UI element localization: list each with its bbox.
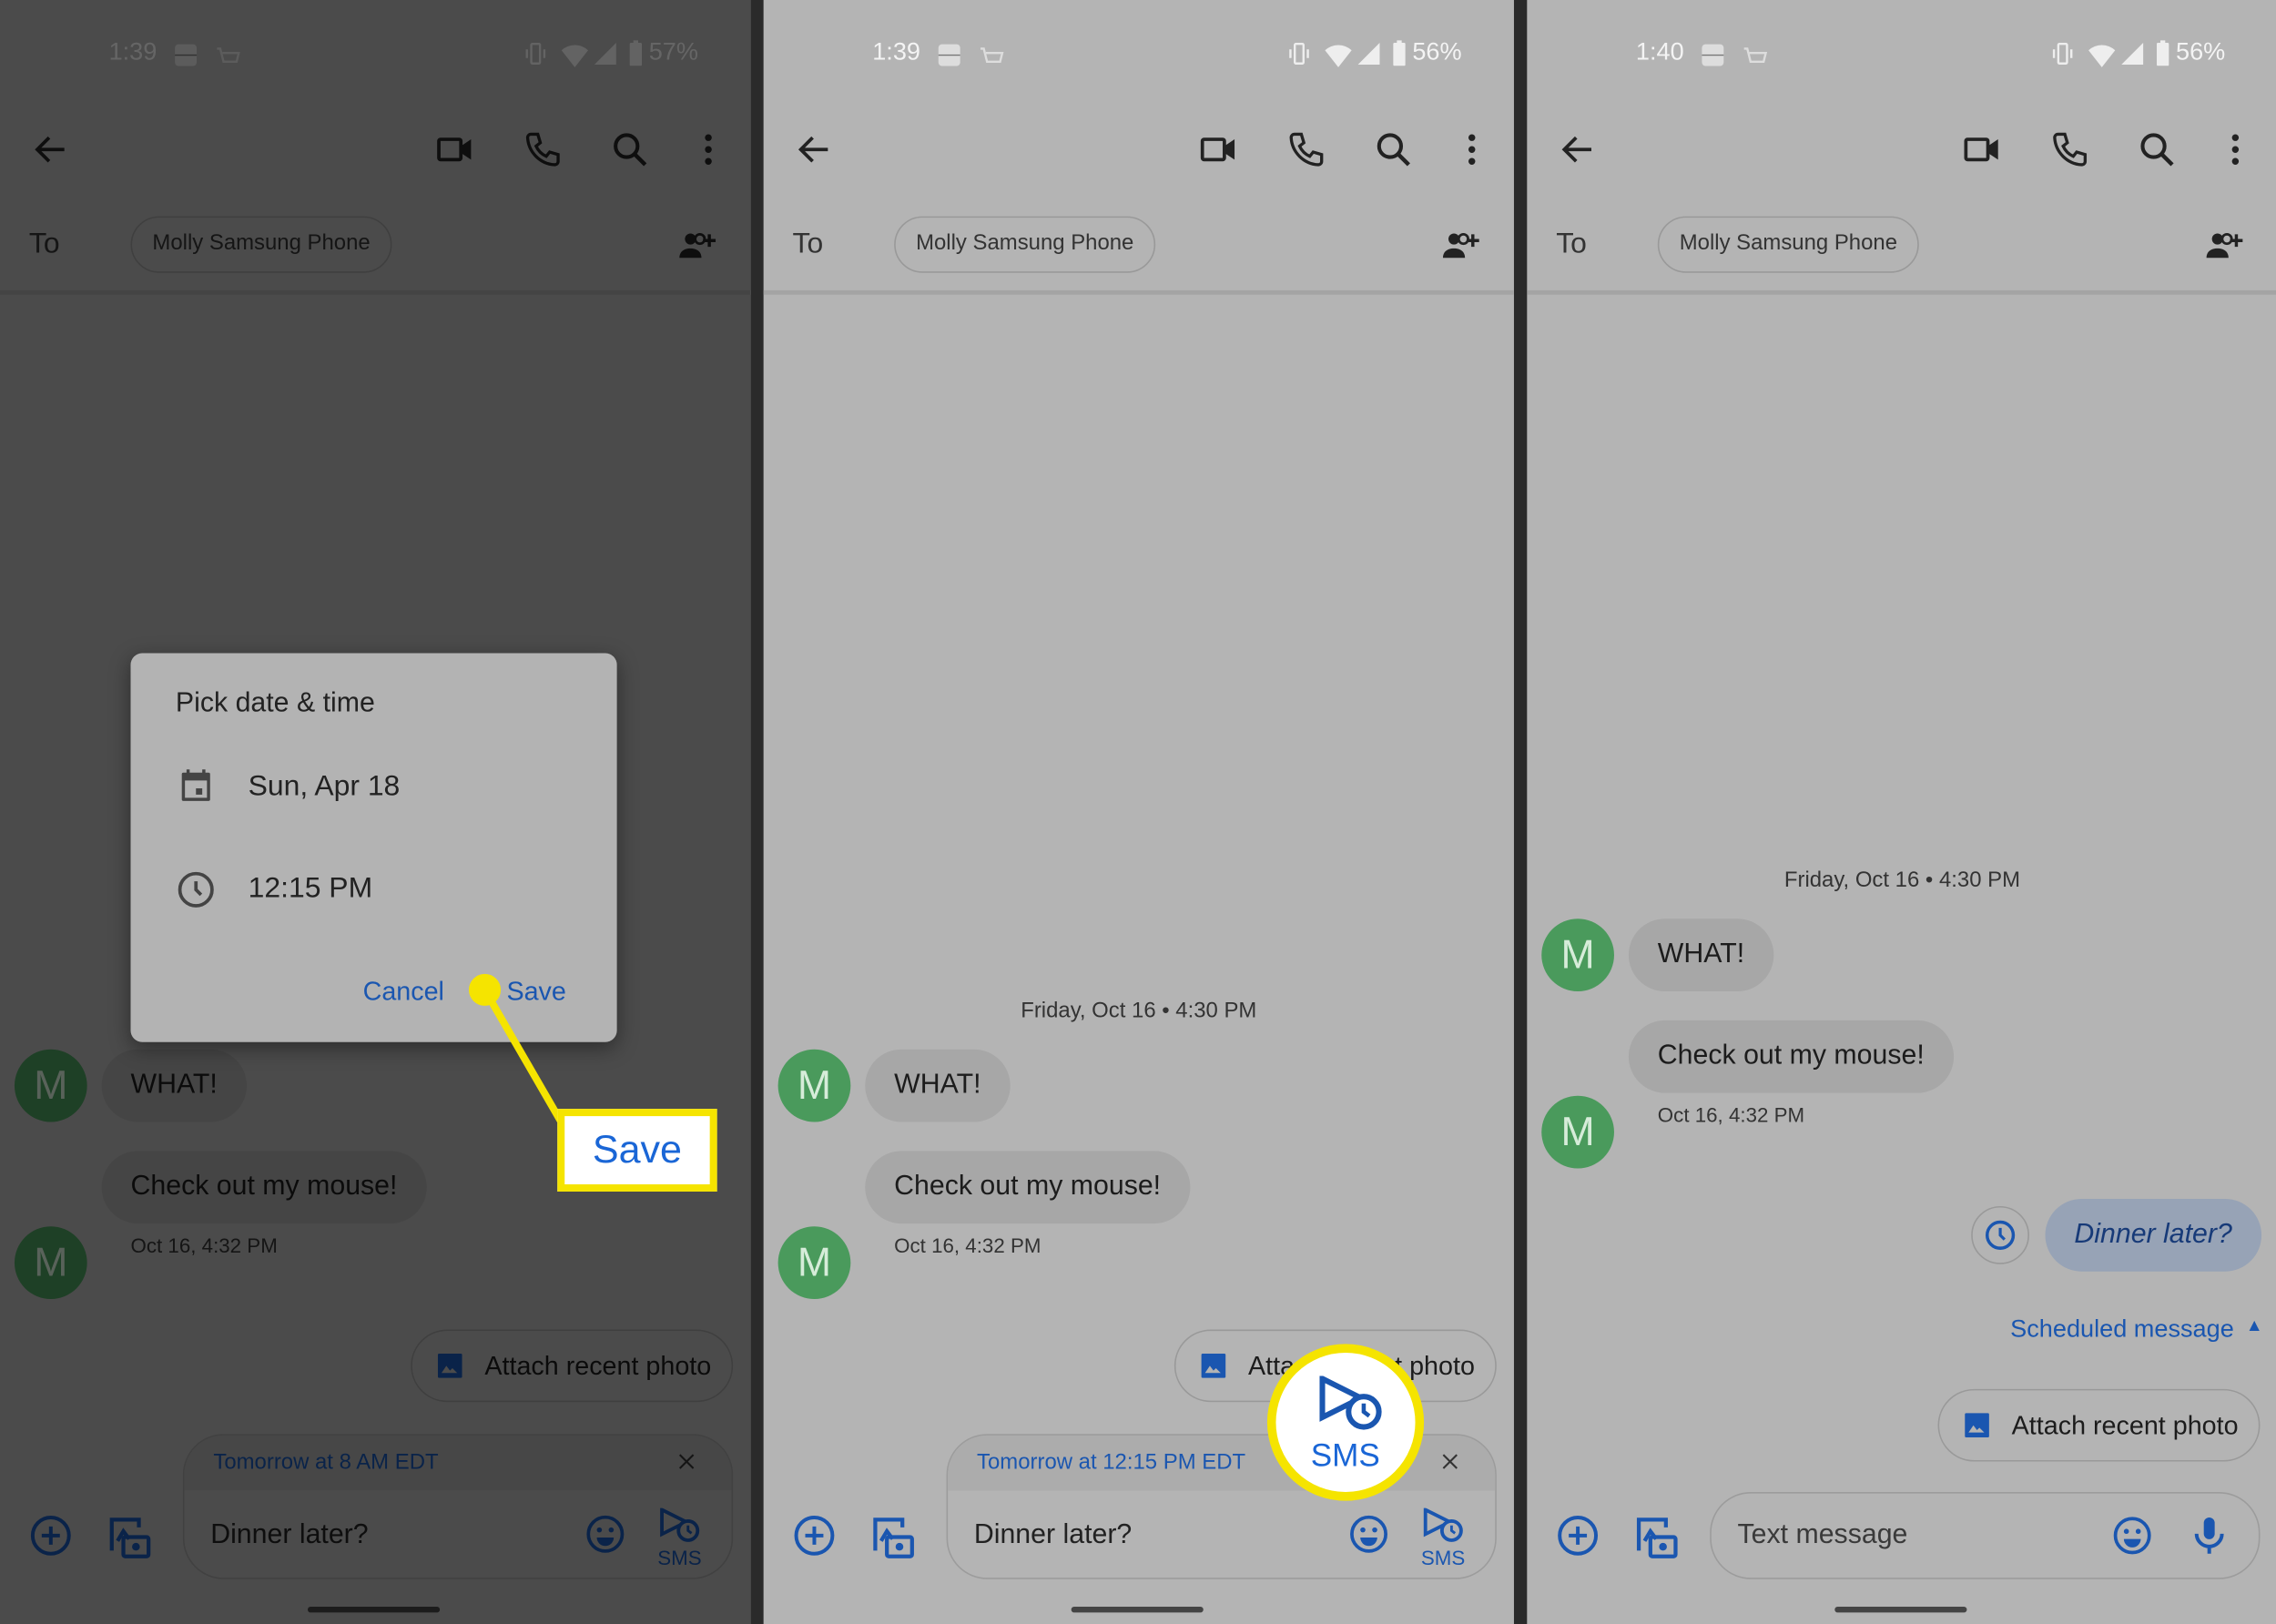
wifi-icon <box>2088 41 2117 70</box>
video-call-icon[interactable] <box>1961 129 2005 170</box>
header-divider <box>763 289 1514 295</box>
message-bubble[interactable]: Check out my mouse! <box>865 1151 1191 1224</box>
message-bubble[interactable]: Check out my mouse! <box>1628 1020 1954 1093</box>
more-options-icon[interactable] <box>1451 129 1492 170</box>
recipient-chip[interactable]: Molly Samsung Phone <box>894 216 1156 273</box>
phone-screen-step-2: 1:39 56% To Molly Samsung Phone Friday, Oct … <box>763 0 1514 1624</box>
microphone-icon[interactable] <box>2188 1514 2231 1558</box>
contact-avatar[interactable]: M <box>777 1226 851 1299</box>
image-icon <box>1962 1411 1991 1440</box>
image-icon <box>1199 1351 1228 1380</box>
send-sms-label[interactable]: SMS <box>1421 1546 1465 1569</box>
scheduled-message-label[interactable]: Scheduled message <box>2010 1315 2234 1345</box>
battery-icon <box>1385 39 1414 68</box>
compose-box[interactable]: Text message <box>1710 1492 2261 1579</box>
to-label: To <box>792 228 824 260</box>
save-callout: Save <box>557 1109 717 1193</box>
phone-screen-step-1: 1:3957%ToMolly Samsung PhoneFriday, Oct … <box>0 0 751 1624</box>
phone-screen-step-3: 1:40 56% To Molly Samsung Phone Friday, Oct … <box>1527 0 2276 1624</box>
gallery-camera-icon[interactable] <box>869 1514 916 1560</box>
wifi-icon <box>1324 41 1353 70</box>
battery-icon <box>2149 39 2178 68</box>
message-input[interactable]: Dinner later? <box>974 1519 1132 1551</box>
battery-percent: 56% <box>2176 37 2226 66</box>
date-header: Friday, Oct 16 • 4:30 PM <box>1783 868 2021 893</box>
sms-send-highlight: SMS <box>1266 1344 1425 1501</box>
add-attachment-icon[interactable] <box>1556 1514 1600 1558</box>
back-arrow-icon[interactable] <box>794 129 835 170</box>
search-icon[interactable] <box>1373 129 1414 170</box>
vibrate-icon <box>2049 41 2076 67</box>
phone-icon[interactable] <box>2049 129 2090 170</box>
more-options-icon[interactable] <box>2215 129 2256 170</box>
schedule-send-icon[interactable] <box>1421 1507 1465 1543</box>
amazon-cart-icon <box>1742 42 1768 68</box>
video-call-icon[interactable] <box>1197 129 1241 170</box>
add-person-icon[interactable] <box>1438 227 1482 264</box>
close-schedule-icon[interactable] <box>1438 1450 1462 1474</box>
emoji-icon[interactable] <box>2112 1516 2153 1557</box>
three-step-screenshot: 1:3957%ToMolly Samsung PhoneFriday, Oct … <box>0 0 2276 1624</box>
scheduled-indicator[interactable] <box>1971 1205 2029 1264</box>
attach-label: Attach recent photo <box>2011 1409 2239 1439</box>
status-time: 1:40 <box>1635 37 1684 66</box>
date-header: Friday, Oct 16 • 4:30 PM <box>1021 998 1257 1024</box>
contact-avatar[interactable]: M <box>1541 919 1614 991</box>
message-input[interactable]: Text message <box>1737 1519 1907 1551</box>
to-label: To <box>1556 228 1587 260</box>
gesture-nav-bar[interactable] <box>1834 1607 1967 1613</box>
battery-percent: 56% <box>1412 37 1462 66</box>
callout-pointer <box>468 973 564 1122</box>
notification-icon <box>1698 41 1727 70</box>
back-arrow-icon[interactable] <box>1558 129 1599 170</box>
add-person-icon[interactable] <box>2202 227 2246 264</box>
contact-avatar[interactable]: M <box>777 1049 851 1122</box>
amazon-cart-icon <box>979 42 1005 68</box>
search-icon[interactable] <box>2137 129 2178 170</box>
vibrate-icon <box>1286 41 1313 67</box>
recipient-chip[interactable]: Molly Samsung Phone <box>1657 216 1919 273</box>
status-time: 1:39 <box>872 37 920 66</box>
schedule-send-icon <box>1316 1375 1383 1431</box>
gesture-nav-bar[interactable] <box>1071 1607 1204 1613</box>
gallery-camera-icon[interactable] <box>1633 1514 1680 1560</box>
message-timestamp: Oct 16, 4:32 PM <box>894 1233 1041 1257</box>
message-timestamp: Oct 16, 4:32 PM <box>1657 1102 1805 1127</box>
emoji-icon[interactable] <box>1348 1514 1389 1555</box>
schedule-time: Tomorrow at 12:15 PM EDT <box>977 1449 1246 1475</box>
caret-up-icon[interactable]: ▲ <box>2246 1315 2263 1335</box>
notification-icon <box>935 41 964 70</box>
header-divider <box>1527 289 2276 295</box>
highlight-sms-label: SMS <box>1310 1436 1380 1474</box>
clock-icon <box>1983 1218 2017 1253</box>
signal-icon <box>2119 41 2146 67</box>
signal-icon <box>1356 41 1382 67</box>
attach-recent-photo-button[interactable]: Attach recent photo <box>1937 1388 2261 1462</box>
message-bubble[interactable]: WHAT! <box>865 1049 1011 1122</box>
scheduled-message-bubble[interactable]: Dinner later? <box>2045 1198 2261 1272</box>
contact-avatar[interactable]: M <box>1541 1095 1614 1169</box>
add-attachment-icon[interactable] <box>793 1514 837 1558</box>
phone-icon[interactable] <box>1286 129 1327 170</box>
message-bubble[interactable]: WHAT! <box>1628 919 1774 991</box>
